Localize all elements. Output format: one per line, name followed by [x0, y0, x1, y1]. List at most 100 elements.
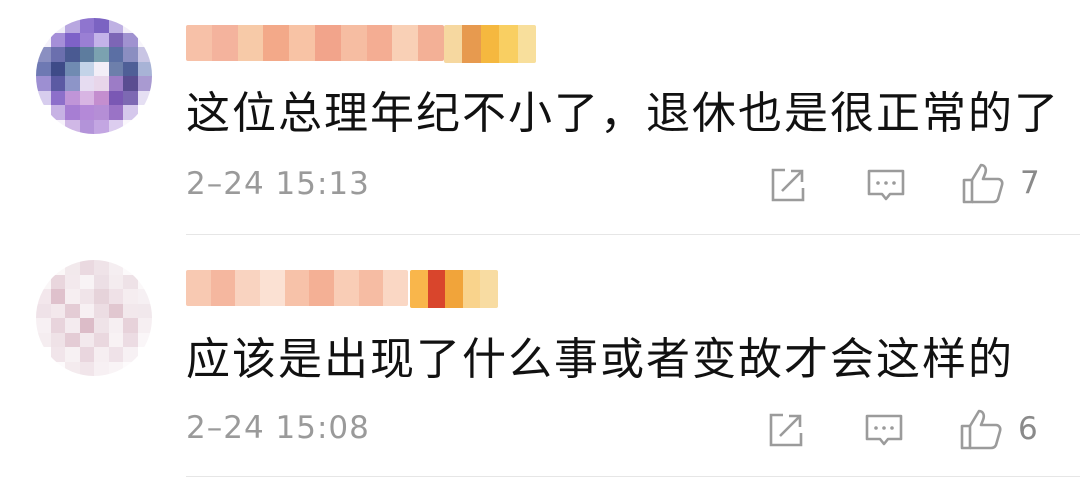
avatar-pixel — [79, 76, 94, 91]
avatar-pixel — [137, 303, 152, 318]
username-pixel — [309, 270, 335, 306]
avatar-pixel — [65, 18, 80, 33]
username-pixel — [260, 270, 285, 306]
share-button[interactable] — [768, 165, 808, 205]
avatar-pixel — [65, 347, 80, 362]
avatar-pixel — [65, 332, 80, 347]
avatar-pixel — [94, 318, 109, 333]
avatar-pixel — [123, 303, 138, 318]
avatar-pixel — [94, 303, 109, 318]
avatar-pixel — [137, 18, 152, 33]
username-pixel — [392, 25, 419, 61]
avatar-pixel — [123, 105, 138, 120]
avatar-pixel — [108, 32, 123, 47]
share-button[interactable] — [766, 410, 806, 450]
avatar-pixel — [108, 303, 123, 318]
avatar-pixel — [79, 347, 94, 362]
avatar-pixel — [50, 318, 65, 333]
avatar-pixel — [50, 361, 65, 376]
avatar-pixel — [65, 61, 80, 76]
avatar-pixel — [36, 332, 51, 347]
badge-pixel — [517, 25, 536, 63]
avatar[interactable] — [36, 18, 152, 134]
avatar-pixel — [36, 47, 51, 62]
avatar-pixel — [123, 260, 138, 275]
avatar-pixel — [108, 18, 123, 33]
avatar-pixel — [79, 274, 94, 289]
avatar-pixel — [65, 119, 80, 134]
username-pixel — [340, 25, 367, 61]
username-pixel — [289, 25, 315, 61]
username-pixel — [284, 270, 310, 306]
avatar-pixel — [79, 18, 94, 33]
avatar-pixel — [137, 61, 152, 76]
avatar-pixel — [79, 289, 94, 304]
avatar-pixel — [123, 274, 138, 289]
avatar-pixel — [50, 61, 65, 76]
avatar-pixel — [137, 119, 152, 134]
username-pixel — [211, 25, 238, 61]
avatar-pixel — [79, 260, 94, 275]
avatar-pixel — [79, 90, 94, 105]
user-badge — [410, 270, 498, 308]
avatar-pixel — [36, 32, 51, 47]
avatar-pixel — [79, 119, 94, 134]
username[interactable] — [186, 270, 408, 306]
avatar-pixel — [108, 289, 123, 304]
avatar-pixel — [50, 119, 65, 134]
avatar-pixel — [108, 274, 123, 289]
avatar-pixel — [137, 47, 152, 62]
badge-pixel — [445, 270, 463, 308]
avatar-pixel — [123, 361, 138, 376]
avatar-pixel — [108, 119, 123, 134]
avatar-pixel — [108, 76, 123, 91]
avatar-pixel — [36, 260, 51, 275]
username-pixel — [210, 270, 236, 306]
avatar-pixel — [79, 61, 94, 76]
username-pixel — [237, 25, 264, 61]
avatar-pixel — [36, 18, 51, 33]
avatar-pixel — [123, 289, 138, 304]
avatar-pixel — [108, 332, 123, 347]
avatar-pixel — [123, 47, 138, 62]
avatar-pixel — [94, 105, 109, 120]
avatar-pixel — [50, 289, 65, 304]
user-badge — [444, 25, 536, 63]
like-count: 6 — [1018, 411, 1038, 447]
avatar-pixel — [123, 90, 138, 105]
like-count: 7 — [1020, 165, 1040, 201]
divider — [186, 234, 1080, 235]
avatar-pixel — [36, 61, 51, 76]
avatar[interactable] — [36, 260, 152, 376]
avatar-pixel — [36, 361, 51, 376]
avatar-pixel — [94, 32, 109, 47]
avatar-pixel — [50, 347, 65, 362]
like-button[interactable]: 6 — [958, 406, 1038, 452]
avatar-pixel — [50, 332, 65, 347]
badge-pixel — [444, 25, 463, 63]
avatar-pixel — [36, 289, 51, 304]
username-pixel — [186, 25, 212, 61]
avatar-pixel — [50, 260, 65, 275]
share-icon — [769, 413, 803, 447]
badge-pixel — [462, 270, 481, 308]
avatar-pixel — [94, 260, 109, 275]
username-pixel — [366, 25, 393, 61]
thumb-up-icon — [960, 409, 1002, 450]
avatar-pixel — [108, 61, 123, 76]
avatar-pixel — [94, 332, 109, 347]
badge-pixel — [427, 270, 446, 308]
comment-button[interactable] — [864, 410, 904, 450]
avatar-pixel — [137, 347, 152, 362]
avatar-pixel — [79, 303, 94, 318]
comment-button[interactable] — [866, 165, 906, 205]
badge-pixel — [410, 270, 428, 308]
avatar-pixel — [65, 76, 80, 91]
avatar-pixel — [36, 318, 51, 333]
avatar-pixel — [137, 318, 152, 333]
username[interactable] — [186, 25, 444, 61]
like-button[interactable]: 7 — [960, 160, 1040, 206]
avatar-pixel — [65, 361, 80, 376]
avatar-pixel — [65, 289, 80, 304]
badge-pixel — [480, 25, 500, 63]
